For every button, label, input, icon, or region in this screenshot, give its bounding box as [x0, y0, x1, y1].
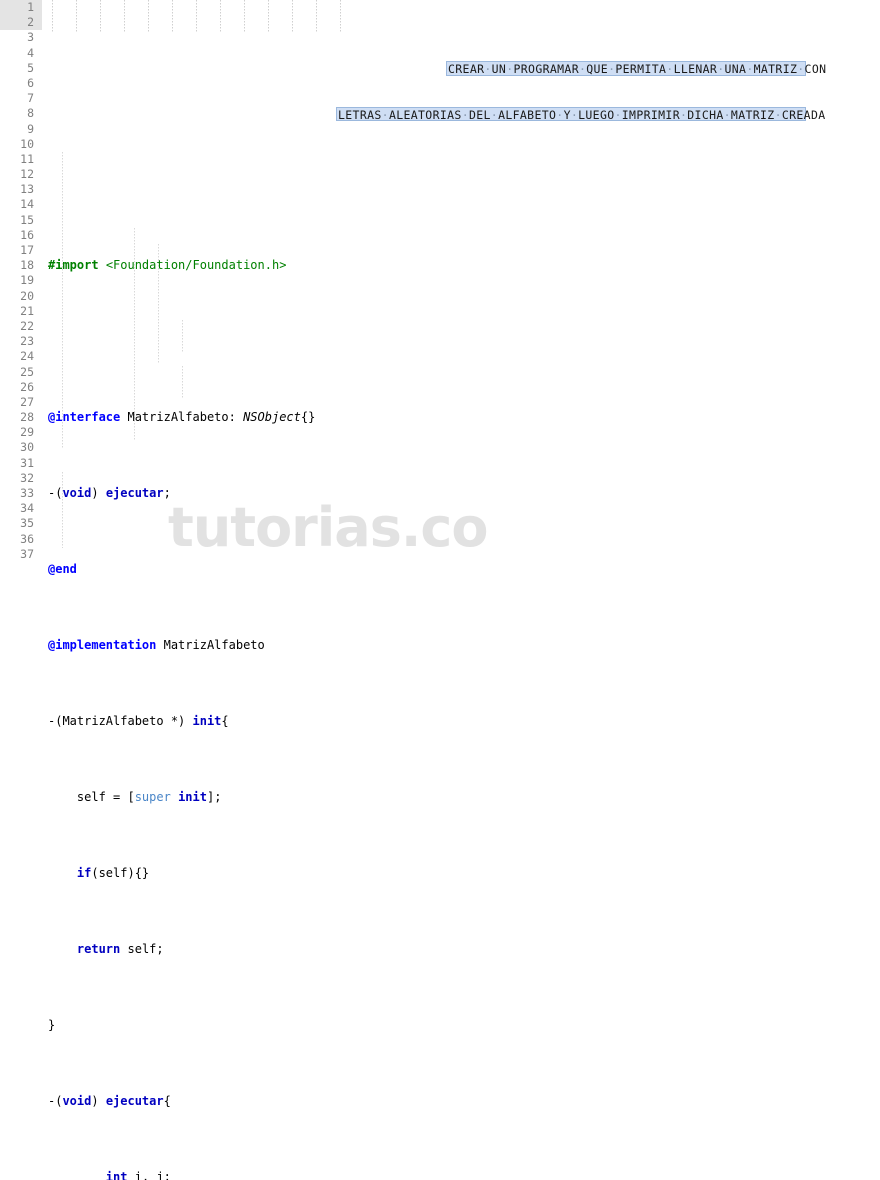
space-marker: · — [614, 107, 622, 122]
space-marker: · — [723, 107, 731, 122]
line-number: 29 — [20, 425, 34, 440]
token-keyword: int — [105, 1170, 128, 1180]
line-number: 8 — [27, 106, 34, 121]
space-marker: · — [556, 107, 564, 122]
space-marker: · — [717, 62, 725, 77]
selected-line[interactable]: LETRAS·ALEATORIAS·DEL·ALFABETO·Y·LUEGO·I… — [0, 106, 880, 122]
token-directive: @implementation — [48, 638, 157, 653]
space-marker: · — [461, 107, 469, 122]
selection-text-line-2[interactable]: LETRAS·ALEATORIAS·DEL·ALFABETO·Y·LUEGO·I… — [336, 106, 825, 122]
line-number: 12 — [20, 167, 34, 182]
token-method: ejecutar — [105, 486, 164, 501]
space-marker: · — [490, 107, 499, 122]
line-number: 26 — [20, 379, 34, 394]
line-number: 17 — [20, 243, 34, 257]
code-line[interactable]: } — [0, 1018, 880, 1033]
line-number: 3 — [27, 30, 34, 45]
code-line[interactable]: #import <Foundation/Foundation.h> — [0, 258, 880, 273]
space-marker: · — [608, 62, 616, 77]
code-line[interactable]: -(void) ejecutar{ — [0, 1094, 880, 1109]
code-line[interactable]: self = [super init]; — [0, 790, 880, 805]
code-line[interactable]: -(void) ejecutar; — [0, 486, 880, 501]
token-type: NSObject — [243, 410, 301, 425]
selection-text-line-1[interactable]: CREAR·UN·PROGRAMAR·QUE·PERMITA·LLENAR·UN… — [446, 61, 826, 77]
space-marker: · — [746, 62, 754, 77]
space-marker: · — [679, 107, 688, 122]
line-number: 36 — [20, 531, 34, 546]
line-number: 9 — [27, 121, 34, 136]
line-number: 11 — [20, 151, 34, 166]
space-marker: · — [578, 62, 587, 77]
token-method: init — [192, 714, 222, 729]
code-line[interactable] — [0, 334, 880, 349]
line-number: 30 — [20, 440, 34, 455]
code-line[interactable]: -(MatrizAlfabeto *) init{ — [0, 714, 880, 729]
line-number: 14 — [20, 197, 34, 212]
line-number: 27 — [20, 394, 34, 409]
token-keyword: void — [62, 1094, 92, 1109]
space-marker: · — [666, 62, 674, 77]
line-number: 25 — [20, 364, 34, 379]
space-marker: · — [484, 62, 492, 77]
line-number: 22 — [20, 318, 34, 333]
line-number: 5 — [27, 60, 34, 75]
token-directive: @end — [48, 562, 77, 577]
line-number: 16 — [20, 227, 34, 242]
token-method: ejecutar — [105, 1094, 164, 1109]
token-preprocessor: #import — [48, 258, 99, 273]
line-number: 31 — [20, 455, 34, 470]
code-line[interactable]: int i, j; — [0, 1170, 880, 1180]
space-marker: · — [774, 107, 782, 122]
line-number: 23 — [20, 334, 34, 349]
line-number: 37 — [20, 546, 34, 561]
line-number: 33 — [20, 486, 34, 500]
space-marker: · — [506, 62, 514, 77]
line-number: 10 — [20, 136, 34, 151]
code-line[interactable]: @end — [0, 562, 880, 577]
token-super: super — [134, 790, 171, 805]
token-keyword: if — [76, 866, 92, 881]
line-number: 32 — [20, 470, 34, 485]
selected-line[interactable]: CREAR·UN·PROGRAMAR·QUE·PERMITA·LLENAR·UN… — [0, 61, 880, 76]
line-number: 20 — [20, 288, 34, 303]
code-line[interactable]: return self; — [0, 942, 880, 957]
token-keyword: return — [76, 942, 121, 957]
line-number: 13 — [20, 182, 34, 197]
space-marker: · — [381, 107, 389, 122]
line-number-gutter: 1 2 3 4 5 6 7 8 9 10 11 12 13 14 15 16 1… — [0, 0, 42, 590]
line-number: 2 — [27, 15, 34, 30]
line-number: 7 — [27, 91, 34, 106]
line-number: 1 — [27, 0, 34, 14]
space-marker: · — [797, 62, 805, 77]
code-line[interactable]: if(self){} — [0, 866, 880, 881]
line-number: 28 — [20, 410, 34, 425]
line-number: 24 — [20, 349, 34, 364]
line-number: 18 — [20, 258, 34, 273]
space-marker: · — [570, 107, 579, 122]
line-number: 34 — [20, 501, 34, 516]
line-number: 4 — [27, 45, 34, 60]
line-number: 21 — [20, 303, 34, 318]
line-number: 15 — [20, 212, 34, 227]
token-keyword: void — [62, 486, 92, 501]
line-number: 6 — [27, 75, 34, 90]
token-header-path: <Foundation/Foundation.h> — [105, 258, 287, 273]
code-editor[interactable]: tutorias.co 1 2 3 4 5 6 7 8 9 10 11 12 1… — [0, 0, 880, 1180]
line-number: 19 — [20, 273, 34, 288]
token-directive: @interface — [48, 410, 121, 425]
token-method: init — [178, 790, 207, 805]
code-line[interactable]: @interface MatrizAlfabeto: NSObject{} — [0, 410, 880, 425]
code-text-area[interactable]: CREAR·UN·PROGRAMAR·QUE·PERMITA·LLENAR·UN… — [0, 0, 880, 1180]
code-line[interactable] — [0, 182, 880, 197]
line-number: 35 — [20, 516, 34, 531]
code-line[interactable]: @implementation MatrizAlfabeto — [0, 638, 880, 653]
